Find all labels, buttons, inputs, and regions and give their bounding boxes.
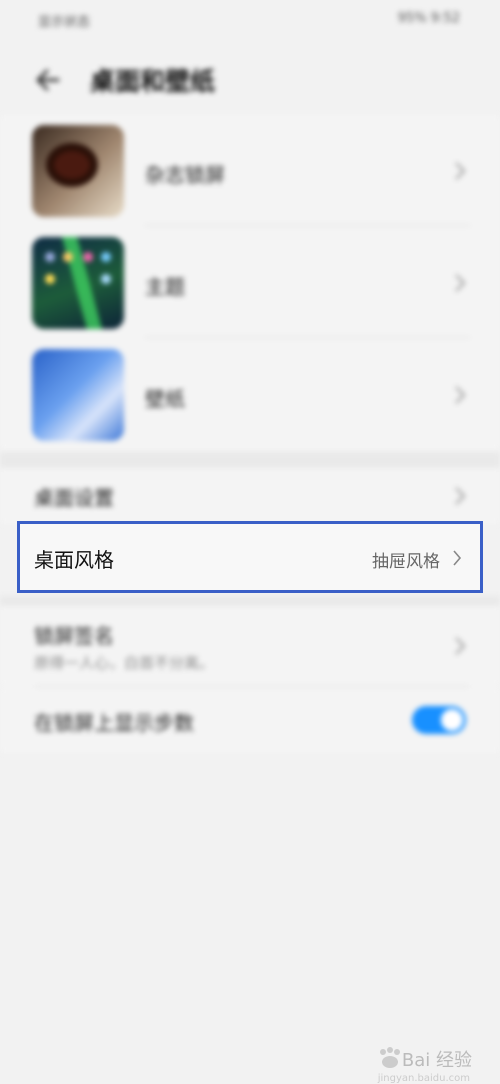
- chevron-right-icon: [455, 487, 466, 505]
- chevron-right-icon: [455, 386, 466, 404]
- lock-signature-row[interactable]: 锁屏签名 原得一人心，白首不分离。: [0, 606, 500, 686]
- status-left-text: 显示状态: [38, 15, 91, 30]
- back-arrow-icon[interactable]: [32, 64, 64, 96]
- show-steps-label: 在锁屏上显示步数: [34, 711, 194, 735]
- list-item-wallpaper[interactable]: 壁纸: [0, 339, 500, 449]
- theme-label: 主题: [145, 275, 185, 299]
- lock-signature-text: 原得一人心，白首不分离。: [34, 654, 215, 672]
- chevron-right-icon: [455, 162, 466, 180]
- desktop-style-row[interactable]: 桌面风格 抽屉风格: [17, 521, 483, 593]
- wallpaper-label: 壁纸: [145, 387, 185, 411]
- desktop-style-label: 桌面风格: [34, 548, 114, 572]
- status-bar: 显示状态 95% 9:52: [0, 0, 500, 40]
- chevron-right-icon: [453, 550, 462, 566]
- magazine-lock-thumbnail: [32, 125, 124, 217]
- list-item-magazine-lock[interactable]: 杂志锁屏: [0, 115, 500, 225]
- chevron-right-icon: [455, 274, 466, 292]
- section-gap: [0, 452, 500, 468]
- header: 桌面和壁纸: [0, 50, 500, 110]
- status-right-text: 95% 9:52: [397, 11, 460, 26]
- page-title: 桌面和壁纸: [90, 67, 216, 96]
- divider: [145, 225, 470, 226]
- magazine-lock-label: 杂志锁屏: [145, 163, 225, 187]
- divider: [145, 337, 470, 338]
- lock-signature-label: 锁屏签名: [34, 624, 114, 648]
- chevron-right-icon: [455, 637, 466, 655]
- list-item-theme[interactable]: 主题: [0, 227, 500, 337]
- desktop-style-value: 抽屉风格: [372, 552, 440, 572]
- theme-thumbnail: [32, 237, 124, 329]
- baidu-paw-logo-icon: [380, 1047, 400, 1068]
- section-gap: [0, 596, 500, 606]
- wallpaper-thumbnail: [32, 349, 124, 441]
- wallpaper-card: 杂志锁屏 主题 壁纸: [0, 115, 500, 450]
- show-steps-toggle[interactable]: [412, 706, 466, 734]
- desktop-settings-label: 桌面设置: [34, 486, 114, 510]
- watermark-url: jingyan.baidu.com: [377, 1073, 470, 1084]
- toggle-knob: [441, 709, 463, 731]
- show-steps-row: 在锁屏上显示步数: [0, 687, 500, 753]
- desktop-settings-row[interactable]: 桌面设置: [0, 468, 500, 524]
- watermark-brand: Bai 经验: [401, 1050, 472, 1071]
